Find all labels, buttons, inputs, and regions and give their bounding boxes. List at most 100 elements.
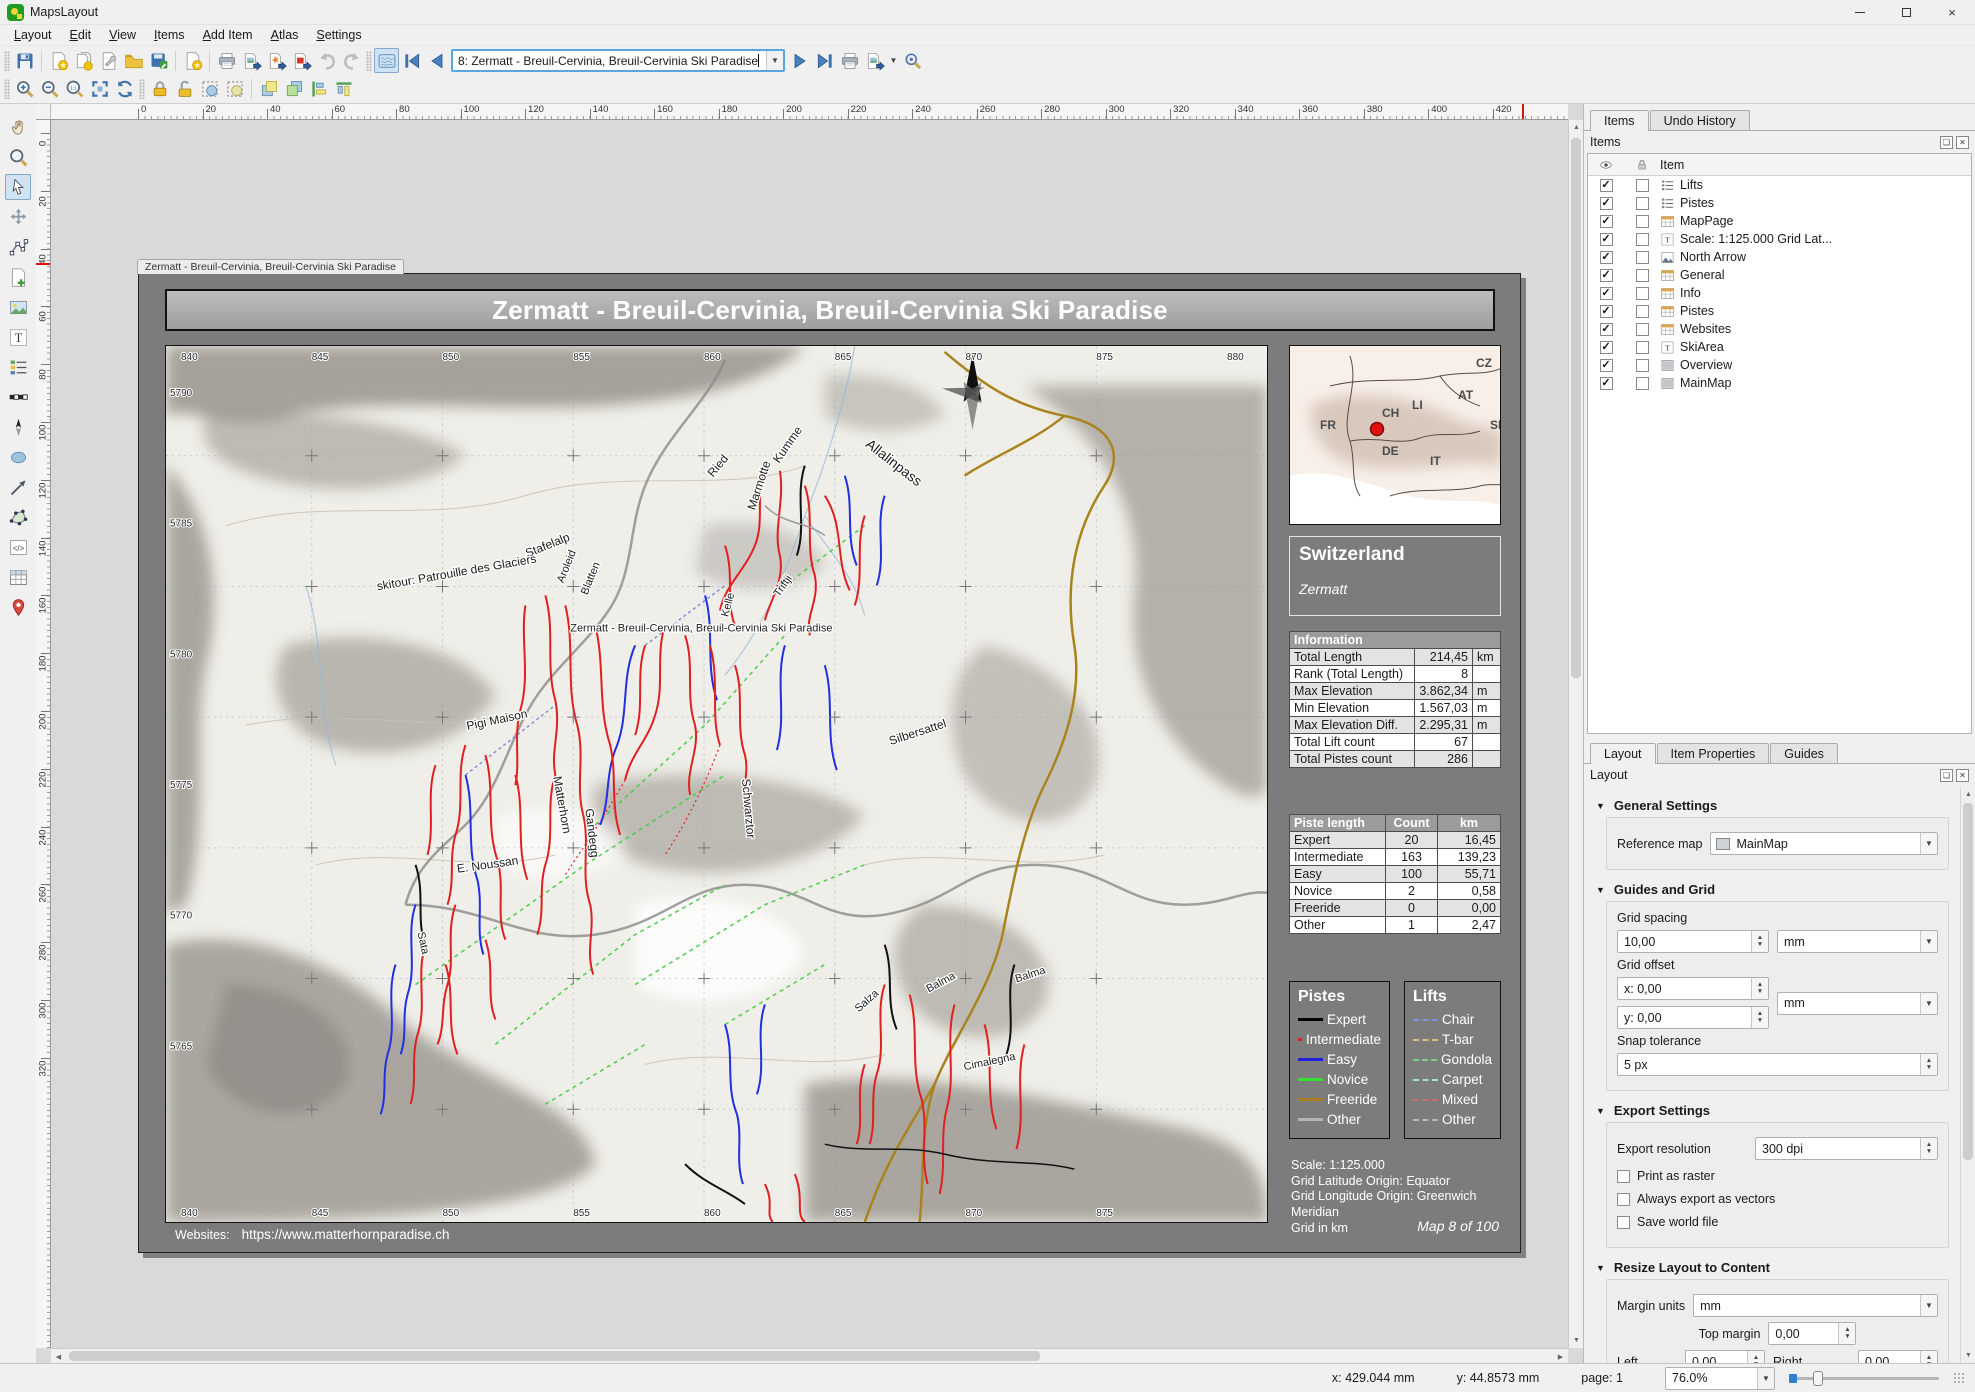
visibility-checkbox[interactable]: ✓ [1600, 359, 1613, 372]
refresh-view-button[interactable] [112, 77, 137, 102]
zoom-tool[interactable] [5, 144, 31, 170]
resize-grip[interactable] [1953, 1372, 1965, 1384]
item-row-overview[interactable]: ✓Overview [1588, 356, 1971, 374]
redo-button[interactable] [339, 48, 364, 73]
tab-undo-history[interactable]: Undo History [1650, 110, 1750, 130]
add-north-arrow-tool[interactable] [5, 414, 31, 440]
lock-checkbox[interactable] [1636, 233, 1649, 246]
float-panel-icon[interactable]: ❏ [1940, 769, 1953, 782]
close-panel-icon[interactable]: ✕ [1956, 136, 1969, 149]
print-layout-button[interactable] [214, 48, 239, 73]
overview-map-item[interactable]: FRCHLIATCZSIDEIT [1289, 345, 1501, 525]
add-pages-button[interactable] [180, 48, 205, 73]
maximize-button[interactable] [1883, 0, 1929, 24]
lock-checkbox[interactable] [1636, 269, 1649, 282]
main-map-item[interactable]: 8408458508558608658708758808408458508558… [165, 345, 1268, 1223]
atlas-feature-combobox[interactable]: 8: Zermatt - Breuil-Cervinia, Breuil-Cer… [451, 49, 785, 72]
checkbox-print-as-raster[interactable]: Print as raster [1617, 1169, 1938, 1183]
item-row-info[interactable]: ✓Info [1588, 284, 1971, 302]
lock-items-button[interactable] [147, 77, 172, 102]
pan-tool[interactable] [5, 114, 31, 140]
tab-layout[interactable]: Layout [1590, 743, 1656, 764]
atlas-next-feature-button[interactable] [787, 48, 812, 73]
close-button[interactable]: × [1929, 0, 1975, 24]
add-scale-bar-tool[interactable] [5, 384, 31, 410]
spinner-icon[interactable]: ▲▼ [1920, 1351, 1937, 1363]
lock-checkbox[interactable] [1636, 179, 1649, 192]
add-node-item-tool[interactable] [5, 504, 31, 530]
visibility-checkbox[interactable]: ✓ [1600, 305, 1613, 318]
spinner-icon[interactable]: ▲▼ [1751, 931, 1768, 952]
distribute-items-button[interactable] [331, 77, 356, 102]
deselect-all-button[interactable] [222, 77, 247, 102]
canvas-horizontal-scrollbar[interactable]: ◀ ▶ [51, 1348, 1568, 1363]
add-marker-tool[interactable] [5, 594, 31, 620]
snap-tolerance-input[interactable]: 5 px ▲▼ [1617, 1053, 1938, 1076]
layout-manager-button[interactable] [96, 48, 121, 73]
grid-spacing-unit-combobox[interactable]: mm ▼ [1777, 930, 1938, 953]
resize-layout-header[interactable]: ▼ Resize Layout to Content [1596, 1260, 1953, 1275]
lock-checkbox[interactable] [1636, 377, 1649, 390]
layout-page[interactable]: Zermatt - Breuil-Cervinia, Breuil-Cervin… [138, 273, 1521, 1253]
item-row-skiarea[interactable]: ✓TSkiArea [1588, 338, 1971, 356]
raise-items-button[interactable] [256, 77, 281, 102]
item-row-mappage[interactable]: ✓MapPage [1588, 212, 1971, 230]
lock-checkbox[interactable] [1636, 287, 1649, 300]
tab-guides[interactable]: Guides [1770, 743, 1838, 763]
menu-view[interactable]: View [101, 27, 144, 43]
right-margin-input[interactable]: 0,00 ▲▼ [1858, 1350, 1938, 1363]
general-settings-header[interactable]: ▼ General Settings [1596, 798, 1953, 813]
select-move-item-tool[interactable] [5, 174, 31, 200]
close-panel-icon[interactable]: ✕ [1956, 769, 1969, 782]
preview-atlas-button[interactable] [374, 48, 399, 73]
lock-checkbox[interactable] [1636, 251, 1649, 264]
visibility-checkbox[interactable]: ✓ [1600, 377, 1613, 390]
export-pdf-button[interactable] [289, 48, 314, 73]
visibility-checkbox[interactable]: ✓ [1600, 251, 1613, 264]
checkbox-always-export-as-vectors[interactable]: Always export as vectors [1617, 1192, 1938, 1206]
zoom-level-combobox[interactable]: 76.0% ▼ [1665, 1367, 1775, 1390]
lock-checkbox[interactable] [1636, 341, 1649, 354]
move-item-content-tool[interactable] [5, 204, 31, 230]
dropdown-icon[interactable]: ▼ [1920, 1295, 1937, 1316]
dropdown-icon[interactable]: ▼ [1920, 833, 1937, 854]
tab-item-properties[interactable]: Item Properties [1657, 743, 1770, 763]
menu-layout[interactable]: Layout [6, 27, 60, 43]
toolbar-grip[interactable] [4, 51, 10, 71]
export-atlas-dropdown-icon[interactable]: ▼ [887, 48, 900, 73]
add-label-tool[interactable]: T [5, 324, 31, 350]
general-label-item[interactable]: Switzerland Zermatt [1289, 536, 1501, 616]
checkbox-box[interactable] [1617, 1193, 1630, 1206]
open-layout-button[interactable] [121, 48, 146, 73]
add-attribute-table-tool[interactable] [5, 564, 31, 590]
guides-grid-header[interactable]: ▼ Guides and Grid [1596, 882, 1953, 897]
info-table-item[interactable]: InformationTotal Length214,45kmRank (Tot… [1289, 631, 1501, 768]
zoom-in-button[interactable] [12, 77, 37, 102]
grid-offset-unit-combobox[interactable]: mm ▼ [1777, 992, 1938, 1015]
dropdown-icon[interactable]: ▼ [1920, 993, 1937, 1014]
reference-map-combobox[interactable]: MainMap ▼ [1710, 832, 1938, 855]
atlas-previous-feature-button[interactable] [424, 48, 449, 73]
unlock-all-items-button[interactable] [172, 77, 197, 102]
scroll-up-icon[interactable]: ▲ [1569, 120, 1583, 135]
visibility-checkbox[interactable]: ✓ [1600, 341, 1613, 354]
menu-atlas[interactable]: Atlas [263, 27, 307, 43]
lower-items-button[interactable] [281, 77, 306, 102]
lifts-legend-item[interactable]: Lifts ChairT-barGondolaCarpetMixedOther [1404, 981, 1501, 1139]
add-shape-tool[interactable] [5, 444, 31, 470]
scroll-right-icon[interactable]: ▶ [1553, 1349, 1568, 1363]
zoom-full-button[interactable] [87, 77, 112, 102]
scroll-down-icon[interactable]: ▼ [1961, 1348, 1975, 1363]
scroll-left-icon[interactable]: ◀ [51, 1349, 66, 1363]
lock-checkbox[interactable] [1636, 215, 1649, 228]
spinner-icon[interactable]: ▲▼ [1920, 1138, 1937, 1159]
spinner-icon[interactable]: ▲▼ [1920, 1054, 1937, 1075]
export-image-button[interactable] [239, 48, 264, 73]
item-row-scale-1-125-000-grid-lat-[interactable]: ✓TScale: 1:125.000 Grid Lat... [1588, 230, 1971, 248]
visibility-checkbox[interactable]: ✓ [1600, 197, 1613, 210]
export-resolution-input[interactable]: 300 dpi ▲▼ [1755, 1137, 1938, 1160]
spinner-icon[interactable]: ▲▼ [1838, 1323, 1855, 1344]
actions-toolbar-grip[interactable] [139, 79, 145, 99]
scroll-up-icon[interactable]: ▲ [1961, 787, 1975, 802]
align-items-button[interactable] [306, 77, 331, 102]
